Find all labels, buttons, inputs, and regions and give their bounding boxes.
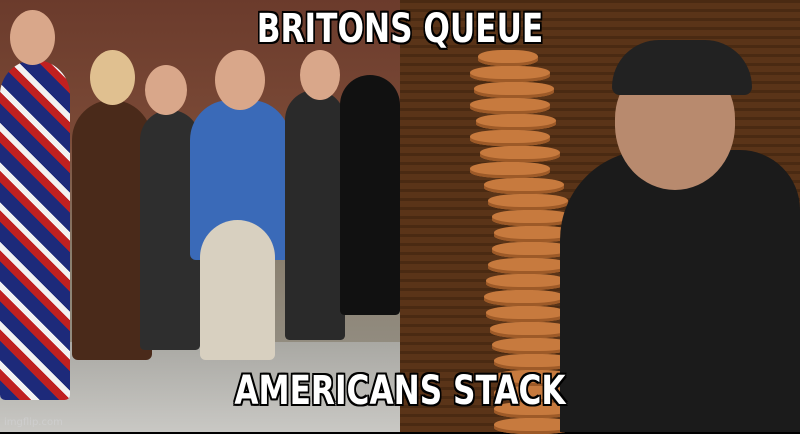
- pancake: [488, 258, 568, 274]
- pancake: [470, 66, 550, 82]
- pancake: [480, 146, 560, 162]
- pancake: [492, 210, 572, 226]
- person-head: [215, 50, 265, 110]
- person-head: [145, 65, 187, 115]
- pancake: [490, 322, 570, 338]
- pancake: [486, 274, 566, 290]
- pancake: [474, 82, 554, 98]
- person-head: [300, 50, 340, 100]
- person-dark-suit: [285, 90, 345, 340]
- person-khaki-trousers: [200, 220, 275, 360]
- pancake: [488, 194, 568, 210]
- pancake: [484, 290, 564, 306]
- pancake: [478, 50, 538, 66]
- pancake: [470, 162, 550, 178]
- pancake: [470, 130, 550, 146]
- person-head: [10, 10, 55, 65]
- bottom-caption: AMERICANS STACK: [234, 368, 566, 414]
- pancake: [486, 306, 566, 322]
- person-head: [90, 50, 135, 105]
- pancake: [484, 178, 564, 194]
- pancake: [476, 114, 556, 130]
- top-caption: BRITONS QUEUE: [256, 6, 544, 52]
- person-union-jack-suit: [0, 60, 70, 400]
- pancake: [470, 98, 550, 114]
- imgflip-watermark: imgflip.com: [4, 417, 63, 428]
- person-black-suit: [340, 75, 400, 315]
